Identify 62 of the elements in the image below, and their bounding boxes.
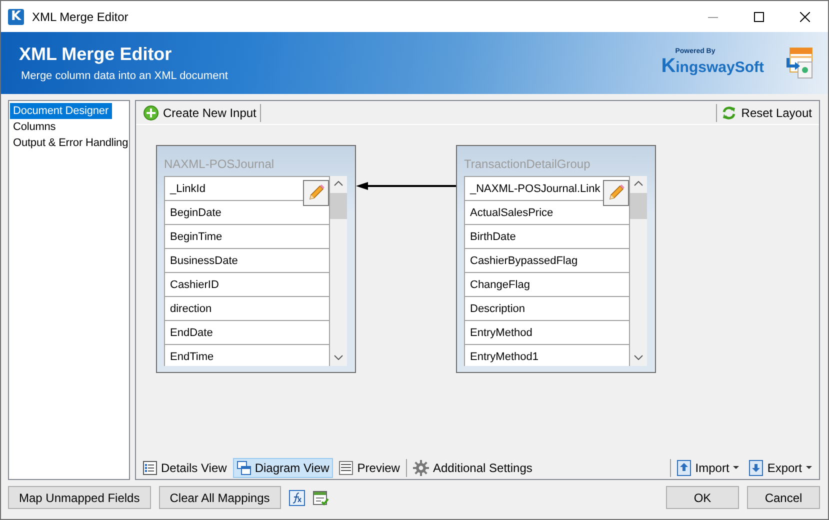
sidebar-item[interactable]: Document Designer (10, 103, 112, 119)
view-tab[interactable]: Details View (139, 458, 231, 478)
field-row[interactable]: EntryMethod (464, 321, 630, 345)
create-input-button[interactable]: Create New Input (139, 102, 260, 122)
field-row[interactable]: BeginDate (164, 201, 330, 225)
sidebar-item[interactable]: Output & Error Handling (10, 135, 132, 151)
caret-icon (733, 466, 740, 469)
view-tab[interactable]: Preview (335, 458, 404, 478)
node-title: TransactionDetailGroup (464, 157, 592, 173)
sidebar-item[interactable]: Columns (10, 119, 59, 135)
app-icon: K (8, 8, 24, 24)
field-row[interactable]: BusinessDate (164, 249, 330, 273)
text-lines-icon (339, 460, 354, 474)
table-node[interactable]: TransactionDetailGroup _NAXML-POSJournal.Link ActualSalesPrice BirthDate CashierBypassedFlag ChangeFlag Description EntryMethod EntryMethod1 (456, 145, 656, 373)
footer-button[interactable]: Clear All Mappings (158, 486, 281, 509)
maximize-icon (754, 12, 764, 22)
field-row[interactable]: Description (464, 297, 630, 321)
dropdown-menu-button[interactable]: Export (745, 458, 816, 478)
field-row[interactable]: EndDate (164, 321, 330, 345)
scroll-up-icon[interactable] (334, 181, 343, 186)
gear-icon (412, 460, 429, 476)
field-row[interactable]: EndTime (164, 345, 330, 366)
plus-circle-icon (143, 104, 159, 120)
window-title: XML Merge Editor (32, 10, 130, 24)
view-tab[interactable]: Additional Settings (408, 458, 536, 478)
edit-button[interactable] (303, 180, 329, 206)
scrollbar[interactable] (630, 176, 647, 366)
download-icon (749, 460, 764, 476)
windows-icon (236, 460, 251, 474)
scrollbar-thumb[interactable] (330, 193, 347, 219)
upload-icon (677, 460, 692, 476)
details-list-icon (143, 460, 157, 474)
scroll-down-icon[interactable] (334, 355, 343, 360)
field-row[interactable]: CashierBypassedFlag (464, 249, 630, 273)
caret-icon (806, 466, 812, 469)
brand-logo: KingswaySoft (661, 55, 764, 78)
node-title: NAXML-POSJournal (164, 157, 276, 173)
field-row[interactable]: ActualSalesPrice (464, 201, 630, 225)
reset-layout-button[interactable]: Reset Layout (717, 102, 816, 122)
field-row[interactable]: BeginTime (164, 225, 330, 249)
refresh-icon (721, 104, 738, 120)
dialog-button[interactable]: Cancel (747, 486, 820, 509)
dialog-button[interactable]: OK (666, 486, 739, 509)
banner-title: XML Merge Editor (19, 44, 173, 65)
table-node[interactable]: NAXML-POSJournal _LinkId BeginDate BeginTime BusinessDate CashierID direction EndDate EndTime (156, 145, 356, 373)
field-row[interactable]: CashierID (164, 273, 330, 297)
close-icon (800, 12, 810, 22)
function-button[interactable] (288, 490, 305, 506)
field-row[interactable]: EntryMethod1 (464, 345, 630, 366)
edit-button[interactable] (603, 180, 629, 206)
view-tab[interactable]: Diagram View (232, 458, 334, 478)
dropdown-menu-button[interactable]: Import (673, 458, 744, 478)
scrollbar-thumb[interactable] (630, 193, 647, 219)
grid-check-button[interactable] (312, 490, 329, 506)
field-row[interactable]: ChangeFlag (464, 273, 630, 297)
field-row[interactable]: direction (164, 297, 330, 321)
field-row[interactable]: BirthDate (464, 225, 630, 249)
scrollbar[interactable] (330, 176, 347, 366)
footer-button[interactable]: Map Unmapped Fields (8, 486, 151, 509)
banner-subtitle: Merge column data into an XML document (20, 70, 229, 82)
scroll-down-icon[interactable] (634, 355, 643, 360)
scroll-up-icon[interactable] (634, 181, 643, 186)
